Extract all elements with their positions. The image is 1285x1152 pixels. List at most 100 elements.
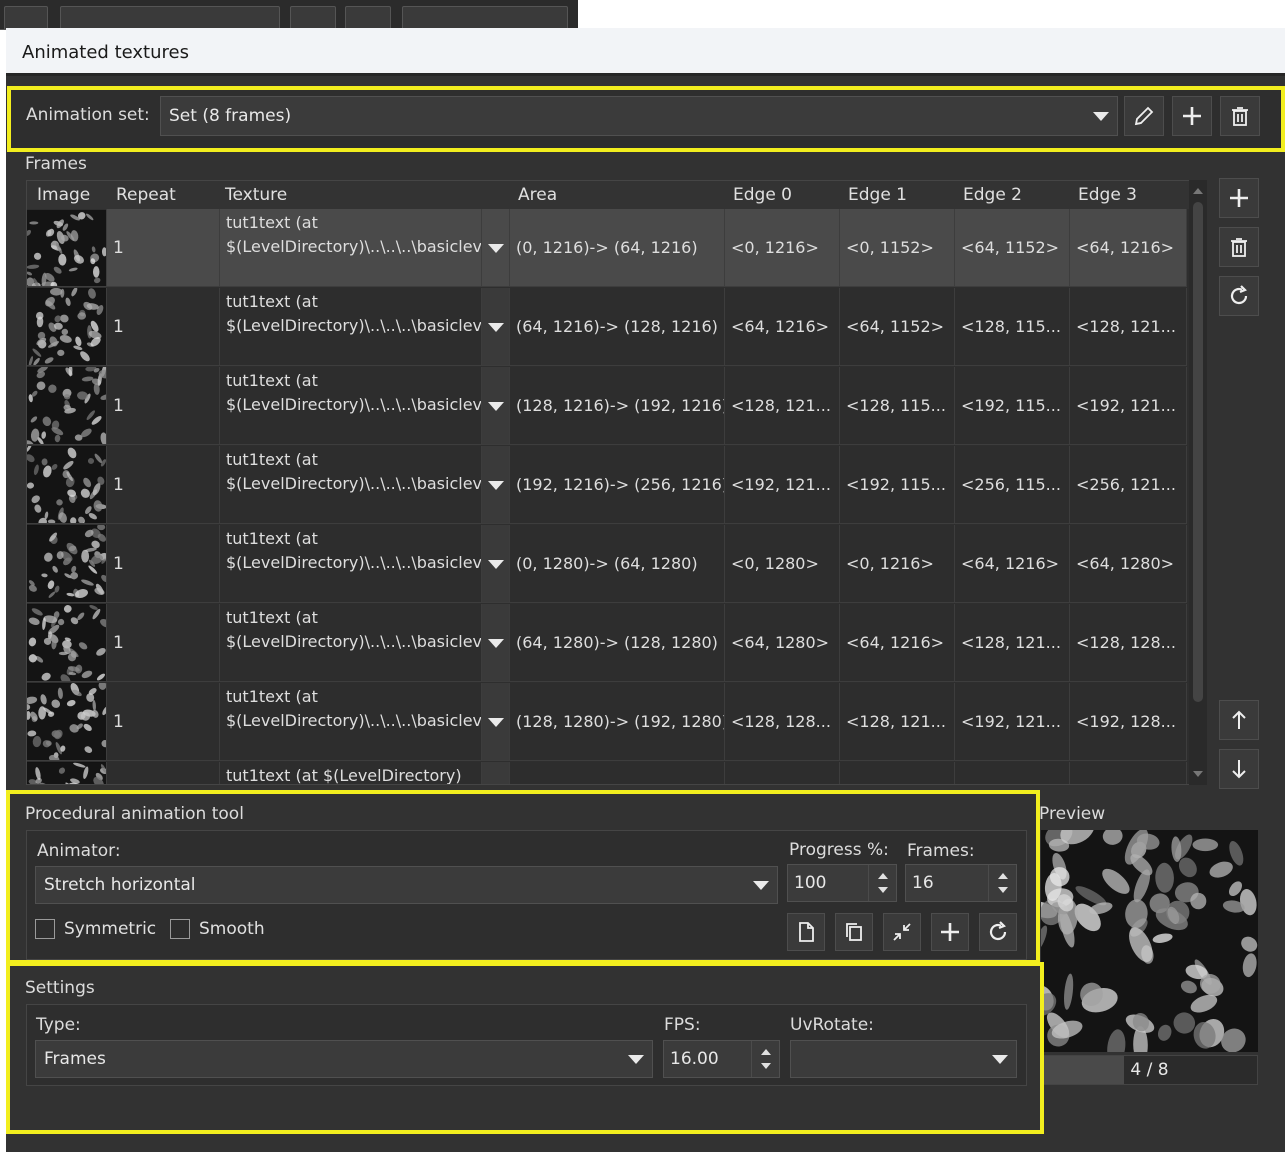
scrollbar-thumb[interactable] (1193, 202, 1203, 702)
table-row[interactable]: 1 tut1text (at $(LevelDirectory)\..\..\.… (27, 683, 1187, 762)
checkbox-box[interactable] (170, 919, 190, 939)
add-frame-button[interactable] (1219, 178, 1259, 218)
column-header-edge0[interactable]: Edge 0 (733, 185, 792, 205)
move-frame-up-button[interactable] (1219, 700, 1259, 740)
texture-noise-image (27, 525, 106, 602)
texture-dropdown[interactable] (482, 446, 510, 524)
column-header-texture[interactable]: Texture (225, 185, 287, 205)
frames-count-stepper[interactable] (988, 865, 1016, 901)
repeat-cell[interactable]: 1 (107, 209, 220, 287)
column-header-area[interactable]: Area (518, 185, 557, 205)
checkbox-box[interactable] (35, 919, 55, 939)
table-row[interactable]: 1 tut1text (at $(LevelDirectory)\..\..\.… (27, 209, 1187, 288)
area-cell: (64, 1216)-> (128, 1216) (510, 288, 725, 366)
table-row[interactable]: 1 tut1text (at $(LevelDirectory)\..\..\.… (27, 288, 1187, 367)
animation-set-select[interactable]: Set (8 frames) (160, 96, 1118, 136)
column-header-image[interactable]: Image (37, 185, 90, 205)
add-set-button[interactable] (1172, 96, 1212, 136)
symmetric-checkbox[interactable]: Symmetric (35, 919, 156, 939)
frames-count-spinbox[interactable]: 16 (905, 864, 1017, 902)
progress-spinbox[interactable]: 100 (787, 864, 897, 902)
refresh-frames-button[interactable] (1219, 276, 1259, 316)
texture-noise-image (27, 367, 106, 444)
table-row[interactable]: tut1text (at $(LevelDirectory) (27, 762, 1187, 784)
delete-set-button[interactable] (1220, 96, 1260, 136)
texture-noise-image (27, 209, 106, 286)
frame-thumbnail (27, 288, 107, 366)
preview-frame-counter: 4 / 8 (1130, 1060, 1169, 1080)
fps-label: FPS: (664, 1015, 701, 1035)
delete-frame-button[interactable] (1219, 227, 1259, 267)
refresh-animation-button[interactable] (979, 913, 1017, 951)
frame-thumbnail (27, 367, 107, 445)
scroll-down-arrow-icon[interactable] (1193, 771, 1203, 777)
animator-select[interactable]: Stretch horizontal (35, 866, 778, 904)
edge2-cell: <192, 115... (955, 367, 1070, 445)
texture-dropdown[interactable] (482, 367, 510, 445)
edge1-cell: <0, 1216> (840, 525, 955, 603)
delete-icon (1232, 107, 1248, 126)
table-row[interactable]: 1 tut1text (at $(LevelDirectory)\..\..\.… (27, 525, 1187, 604)
edge2-cell: <128, 121... (955, 604, 1070, 682)
background-toolbar-button (4, 6, 48, 30)
repeat-cell[interactable] (107, 762, 220, 784)
edge1-cell: <192, 115... (840, 446, 955, 524)
decrement-icon (878, 887, 888, 893)
edge1-cell: <64, 1216> (840, 604, 955, 682)
repeat-cell[interactable]: 1 (107, 683, 220, 761)
texture-dropdown[interactable] (482, 762, 510, 784)
texture-noise-image (27, 683, 106, 760)
edge1-cell: <128, 121... (840, 683, 955, 761)
smooth-checkbox[interactable]: Smooth (170, 919, 265, 939)
edge3-cell (1070, 762, 1187, 784)
texture-dropdown[interactable] (482, 604, 510, 682)
add-icon (1183, 107, 1201, 125)
repeat-cell[interactable]: 1 (107, 604, 220, 682)
delete-icon (1231, 238, 1247, 257)
texture-dropdown[interactable] (482, 525, 510, 603)
edge3-cell: <64, 1216> (1070, 209, 1187, 287)
uvrotate-label: UvRotate: (790, 1015, 874, 1035)
texture-dropdown[interactable] (482, 288, 510, 366)
column-header-repeat[interactable]: Repeat (116, 185, 176, 205)
texture-dropdown[interactable] (482, 209, 510, 287)
frames-scrollbar[interactable] (1189, 180, 1207, 785)
area-cell: (0, 1280)-> (64, 1280) (510, 525, 725, 603)
column-header-edge2[interactable]: Edge 2 (963, 185, 1022, 205)
frame-thumbnail (27, 209, 107, 287)
progress-stepper[interactable] (868, 865, 896, 901)
uvrotate-select[interactable] (790, 1040, 1017, 1078)
shrink-animation-button[interactable] (883, 913, 921, 951)
procedural-panel: Animator: Stretch horizontal Progress %:… (26, 830, 1027, 960)
texture-cell: tut1text (at $(LevelDirectory)\..\..\..\… (220, 604, 482, 682)
fps-stepper[interactable] (751, 1041, 779, 1077)
frames-table-header: Image Repeat Texture Area Edge 0 Edge 1 … (27, 181, 1190, 209)
table-row[interactable]: 1 tut1text (at $(LevelDirectory)\..\..\.… (27, 604, 1187, 683)
texture-cell: tut1text (at $(LevelDirectory) (220, 762, 482, 784)
table-row[interactable]: 1 tut1text (at $(LevelDirectory)\..\..\.… (27, 367, 1187, 446)
add-animation-button[interactable] (931, 913, 969, 951)
copy-animation-button[interactable] (835, 913, 873, 951)
preview-frame-bar[interactable]: 4 / 8 (1041, 1055, 1258, 1085)
edge3-cell: <64, 1280> (1070, 525, 1187, 603)
move-frame-down-button[interactable] (1219, 749, 1259, 789)
column-header-edge3[interactable]: Edge 3 (1078, 185, 1137, 205)
edge3-cell: <256, 121... (1070, 446, 1187, 524)
texture-dropdown[interactable] (482, 683, 510, 761)
repeat-cell[interactable]: 1 (107, 525, 220, 603)
repeat-cell[interactable]: 1 (107, 288, 220, 366)
repeat-cell[interactable]: 1 (107, 446, 220, 524)
scroll-up-arrow-icon[interactable] (1193, 188, 1203, 194)
column-header-edge1[interactable]: Edge 1 (848, 185, 907, 205)
area-cell: (192, 1216)-> (256, 1216) (510, 446, 725, 524)
background-toolbar (0, 0, 578, 30)
table-row[interactable]: 1 tut1text (at $(LevelDirectory)\..\..\.… (27, 446, 1187, 525)
new-animation-button[interactable] (787, 913, 825, 951)
edit-set-button[interactable] (1124, 96, 1164, 136)
repeat-cell[interactable]: 1 (107, 367, 220, 445)
chevron-down-icon (753, 881, 769, 890)
fps-value: 16.00 (670, 1049, 719, 1069)
edge0-cell: <64, 1280> (725, 604, 840, 682)
fps-spinbox[interactable]: 16.00 (663, 1040, 780, 1078)
type-select[interactable]: Frames (35, 1040, 653, 1078)
